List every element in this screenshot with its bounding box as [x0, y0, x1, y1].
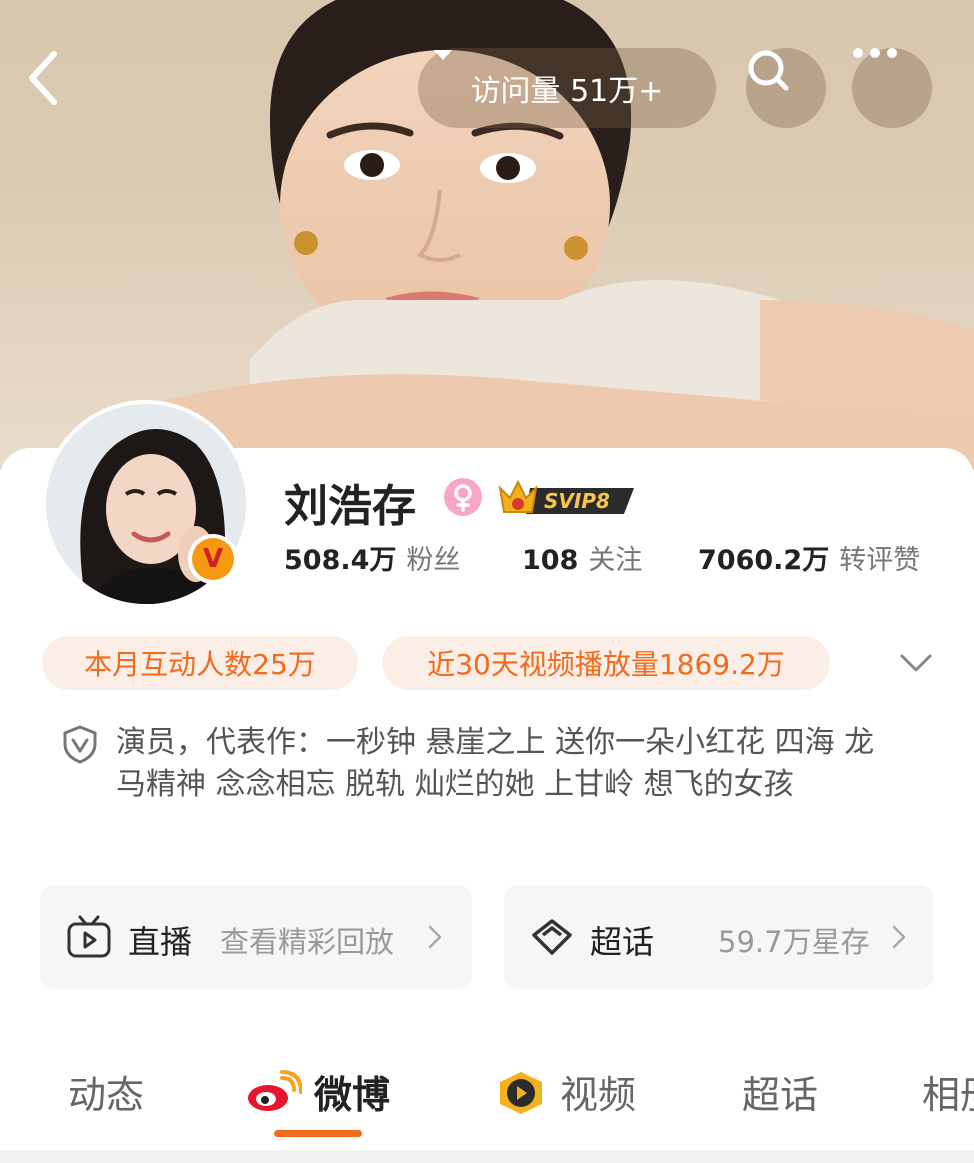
chevron-down-icon[interactable] [896, 646, 936, 680]
stat-reposts-num: 7060.2万 [698, 545, 830, 576]
more-icon [853, 48, 897, 58]
stat-reposts[interactable]: 7060.2万 转评赞 [698, 538, 920, 577]
search-icon [748, 50, 789, 91]
tv-play-icon [67, 915, 111, 958]
shield-check-icon [63, 725, 97, 764]
chevron-right-icon [428, 925, 442, 949]
supertopic-entry[interactable]: 超话 59.7万星存 [504, 885, 934, 989]
search-button[interactable] [746, 48, 826, 128]
visit-count-label: 访问量 51万+ [470, 74, 664, 109]
supertopic-title: 超话 [590, 923, 655, 961]
video-play-icon [500, 1072, 542, 1114]
profile-name: 刘浩存 [284, 481, 416, 532]
supertopic-diamond-icon [532, 919, 572, 955]
verified-badge: V [188, 534, 238, 584]
live-title: 直播 [128, 923, 193, 961]
tab-video[interactable]: 视频 [560, 1064, 636, 1119]
stat-following-num: 108 [522, 545, 579, 576]
profile-bio: 演员，代表作：一秒钟 悬崖之上 送你一朵小红花 四海 龙马精神 念念相忘 脱轨 … [116, 725, 875, 802]
crown-icon: SVIP8 [498, 479, 634, 514]
tab-dongtai[interactable]: 动态 [68, 1064, 144, 1119]
video-views-chip[interactable]: 近30天视频播放量1869.2万 [382, 636, 830, 690]
active-tab-indicator [274, 1130, 362, 1137]
tab-weibo[interactable]: 微博 [314, 1064, 390, 1119]
more-button[interactable] [852, 48, 932, 128]
female-icon [454, 484, 472, 512]
dropdown-caret-icon [434, 50, 452, 60]
visit-count-button[interactable]: 访问量 51万+ [418, 48, 716, 128]
stat-followers[interactable]: 508.4万 粉丝 [284, 538, 460, 577]
profile-tabs: 动态 微博 视频 超话 相册 [0, 1060, 974, 1130]
stat-followers-label: 粉丝 [406, 545, 461, 576]
svip-label: SVIP8 [544, 489, 610, 513]
stat-reposts-label: 转评赞 [839, 545, 921, 576]
back-button[interactable] [24, 48, 84, 128]
live-subtitle: 查看精彩回放 [220, 925, 395, 959]
tab-supertopic[interactable]: 超话 [742, 1064, 818, 1119]
stat-followers-num: 508.4万 [284, 545, 397, 576]
supertopic-subtitle: 59.7万星存 [718, 925, 870, 959]
back-arrow-icon [29, 51, 57, 105]
chevron-right-icon [892, 925, 906, 949]
divider [0, 1150, 974, 1163]
weibo-logo-icon [248, 1070, 302, 1111]
live-entry[interactable]: 直播 查看精彩回放 [40, 885, 472, 989]
verified-v-icon: V [192, 538, 234, 580]
tab-album[interactable]: 相册 [922, 1064, 974, 1119]
stat-following[interactable]: 108 关注 [522, 538, 642, 577]
monthly-interaction-chip[interactable]: 本月互动人数25万 [42, 636, 358, 690]
svip-badge[interactable]: SVIP8 [496, 474, 638, 520]
female-badge [444, 478, 482, 516]
stat-following-label: 关注 [588, 545, 643, 576]
